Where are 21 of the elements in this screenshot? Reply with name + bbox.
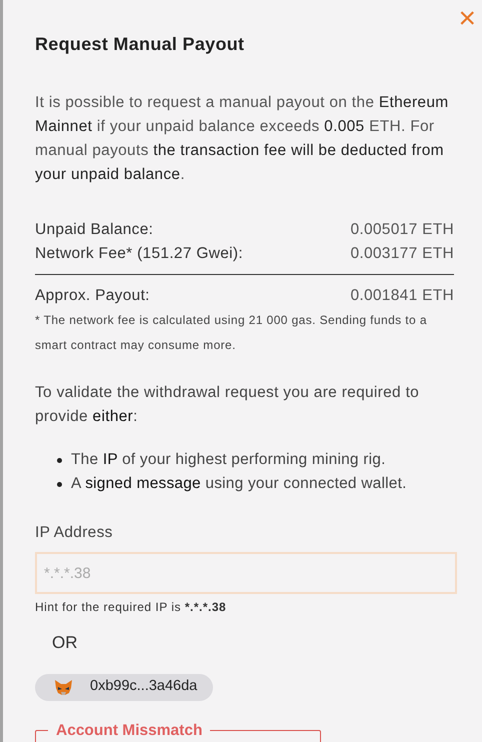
total-label: Approx. Payout: — [35, 286, 150, 306]
summary-value: 0.005017 ETH — [350, 220, 454, 240]
bullet-icon — [57, 458, 62, 462]
footnote: * The network fee is calculated using 21 000 gas. Sending funds to a smart contract may consume more. — [35, 312, 428, 354]
wallet-chip[interactable]: 0xb99c...3a46da — [35, 674, 214, 701]
summary-value: 0.003177 ETH — [350, 244, 454, 264]
summary-label: Network Fee* (151.27 Gwei): — [35, 244, 243, 264]
summary-label: Unpaid Balance: — [35, 220, 154, 240]
instruction-text: To validate the withdrawal request you are required to provide either: — [35, 383, 420, 427]
total-value: 0.001841 ETH — [350, 286, 454, 306]
intro-paragraph: It is possible to request a manual payout on the Ethereum Mainnet if your unpaid balance exceeds 0.005 ETH. For manual payouts the transaction fee will be deducted from your unpaid balance. — [35, 93, 450, 185]
bullet-icon — [57, 482, 62, 486]
ip-address-field[interactable]: *.*.*.38 — [35, 552, 457, 594]
or-text: OR — [52, 632, 78, 654]
option-text: A signed message using your connected wallet. — [71, 474, 407, 494]
warning-title: Account Missmatch — [55, 722, 204, 739]
dialog-title: Request Manual Payout — [35, 33, 246, 56]
hint-text: Hint for the required IP is *.*.*.38 — [35, 599, 228, 616]
option-text: The IP of your highest performing mining rig. — [71, 450, 386, 470]
fox-icon — [55, 680, 72, 695]
field-label: IP Address — [35, 523, 114, 543]
